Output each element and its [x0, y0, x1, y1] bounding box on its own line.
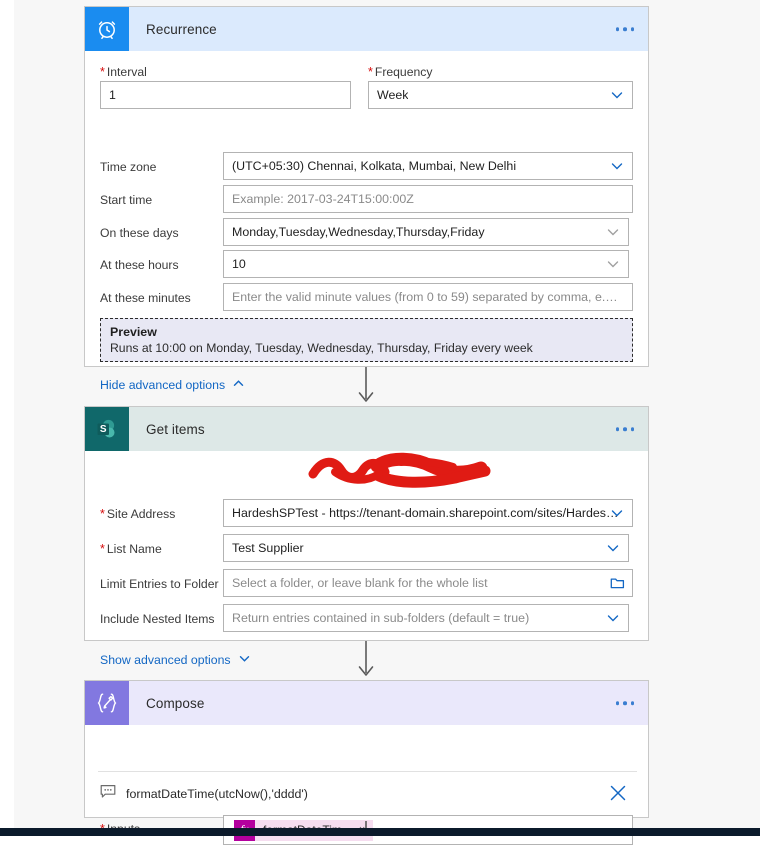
chevron-down-icon[interactable]: [606, 225, 620, 239]
include-nested-items-select[interactable]: Return entries contained in sub-folders …: [223, 604, 629, 632]
sharepoint-icon: S: [85, 407, 129, 451]
interval-label: Interval: [100, 65, 147, 79]
bottom-bar: [0, 828, 760, 836]
flow-designer-canvas: Recurrence Interval 1 Frequency Week Tim…: [0, 0, 760, 845]
card-recurrence-title: Recurrence: [146, 21, 217, 37]
card-get-items-header[interactable]: S Get items: [85, 407, 648, 451]
card-recurrence-header[interactable]: Recurrence: [85, 7, 648, 51]
compose-comment-row[interactable]: formatDateTime(utcNow(),'dddd'): [100, 784, 308, 804]
card-get-items-title: Get items: [146, 421, 205, 437]
connector-arrow-1: [354, 367, 378, 407]
card-compose[interactable]: Compose formatDateTime(utcNow(),'dddd'): [84, 680, 649, 845]
svg-text:S: S: [100, 424, 107, 435]
comment-bubble-icon: [100, 784, 116, 804]
card-recurrence[interactable]: Recurrence Interval 1 Frequency Week Tim…: [84, 6, 649, 392]
frequency-value: Week: [377, 88, 409, 102]
alarm-clock-icon: [85, 7, 129, 51]
compose-braces-icon: [85, 681, 129, 725]
chevron-down-icon[interactable]: [606, 611, 620, 625]
start-time-label: Start time: [100, 193, 153, 207]
on-these-days-select[interactable]: Monday,Tuesday,Wednesday,Thursday,Friday: [223, 218, 629, 246]
show-advanced-options-link[interactable]: Show advanced options: [100, 652, 251, 668]
preview-title: Preview: [110, 325, 157, 339]
limit-entries-placeholder: Select a folder, or leave blank for the …: [232, 576, 488, 590]
chevron-down-icon[interactable]: [610, 88, 624, 102]
chevron-up-icon: [232, 377, 245, 393]
time-zone-value: (UTC+05:30) Chennai, Kolkata, Mumbai, Ne…: [232, 159, 517, 173]
show-advanced-options-label: Show advanced options: [100, 653, 231, 667]
connector-arrow-2: [354, 641, 378, 681]
chevron-down-icon: [238, 652, 251, 668]
include-nested-items-label: Include Nested Items: [100, 612, 215, 626]
chevron-down-icon[interactable]: [610, 506, 624, 520]
chevron-down-icon[interactable]: [606, 541, 620, 555]
at-these-minutes-placeholder: Enter the valid minute values (from 0 to…: [232, 290, 624, 304]
at-these-hours-select[interactable]: 10: [223, 250, 629, 278]
at-these-hours-value: 10: [232, 257, 246, 271]
chevron-down-icon[interactable]: [606, 257, 620, 271]
include-nested-items-value: Return entries contained in sub-folders …: [232, 611, 530, 625]
compose-divider: [98, 771, 637, 772]
site-address-select[interactable]: HardeshSPTest - https://tenant-domain.sh…: [223, 499, 633, 527]
list-name-value: Test Supplier: [232, 541, 304, 555]
on-these-days-value: Monday,Tuesday,Wednesday,Thursday,Friday: [232, 225, 485, 239]
start-time-input[interactable]: Example: 2017-03-24T15:00:00Z: [223, 185, 633, 213]
start-time-placeholder: Example: 2017-03-24T15:00:00Z: [232, 192, 414, 206]
at-these-hours-label: At these hours: [100, 258, 179, 272]
connector-arrow-3: [354, 818, 378, 831]
frequency-label: Frequency: [368, 65, 433, 79]
frequency-select[interactable]: Week: [368, 81, 633, 109]
hide-advanced-options-link[interactable]: Hide advanced options: [100, 377, 245, 393]
on-these-days-label: On these days: [100, 226, 179, 240]
time-zone-select[interactable]: (UTC+05:30) Chennai, Kolkata, Mumbai, Ne…: [223, 152, 633, 180]
card-compose-header[interactable]: Compose: [85, 681, 648, 725]
list-name-label: List Name: [100, 542, 162, 556]
list-name-select[interactable]: Test Supplier: [223, 534, 629, 562]
close-icon[interactable]: [608, 783, 628, 808]
site-address-value: HardeshSPTest - https://tenant-domain.sh…: [232, 506, 624, 520]
at-these-minutes-label: At these minutes: [100, 291, 191, 305]
hide-advanced-options-label: Hide advanced options: [100, 378, 226, 392]
folder-picker-icon[interactable]: [610, 576, 625, 590]
preview-box: Preview Runs at 10:00 on Monday, Tuesday…: [100, 318, 633, 362]
limit-entries-to-folder-input[interactable]: Select a folder, or leave blank for the …: [223, 569, 633, 597]
card-get-items[interactable]: S Get items Site Address HardeshSPTest -…: [84, 406, 649, 667]
more-options-icon[interactable]: [615, 427, 634, 431]
chevron-down-icon[interactable]: [610, 159, 624, 173]
more-options-icon[interactable]: [615, 701, 634, 705]
at-these-minutes-input[interactable]: Enter the valid minute values (from 0 to…: [223, 283, 633, 311]
interval-input[interactable]: 1: [100, 81, 351, 109]
preview-text: Runs at 10:00 on Monday, Tuesday, Wednes…: [110, 341, 533, 355]
site-address-label: Site Address: [100, 507, 175, 521]
card-compose-title: Compose: [146, 695, 205, 711]
left-gutter: [0, 0, 14, 828]
compose-comment-text: formatDateTime(utcNow(),'dddd'): [126, 787, 308, 801]
limit-entries-to-folder-label: Limit Entries to Folder: [100, 577, 219, 591]
interval-value: 1: [109, 88, 116, 102]
time-zone-label: Time zone: [100, 160, 157, 174]
more-options-icon[interactable]: [615, 27, 634, 31]
